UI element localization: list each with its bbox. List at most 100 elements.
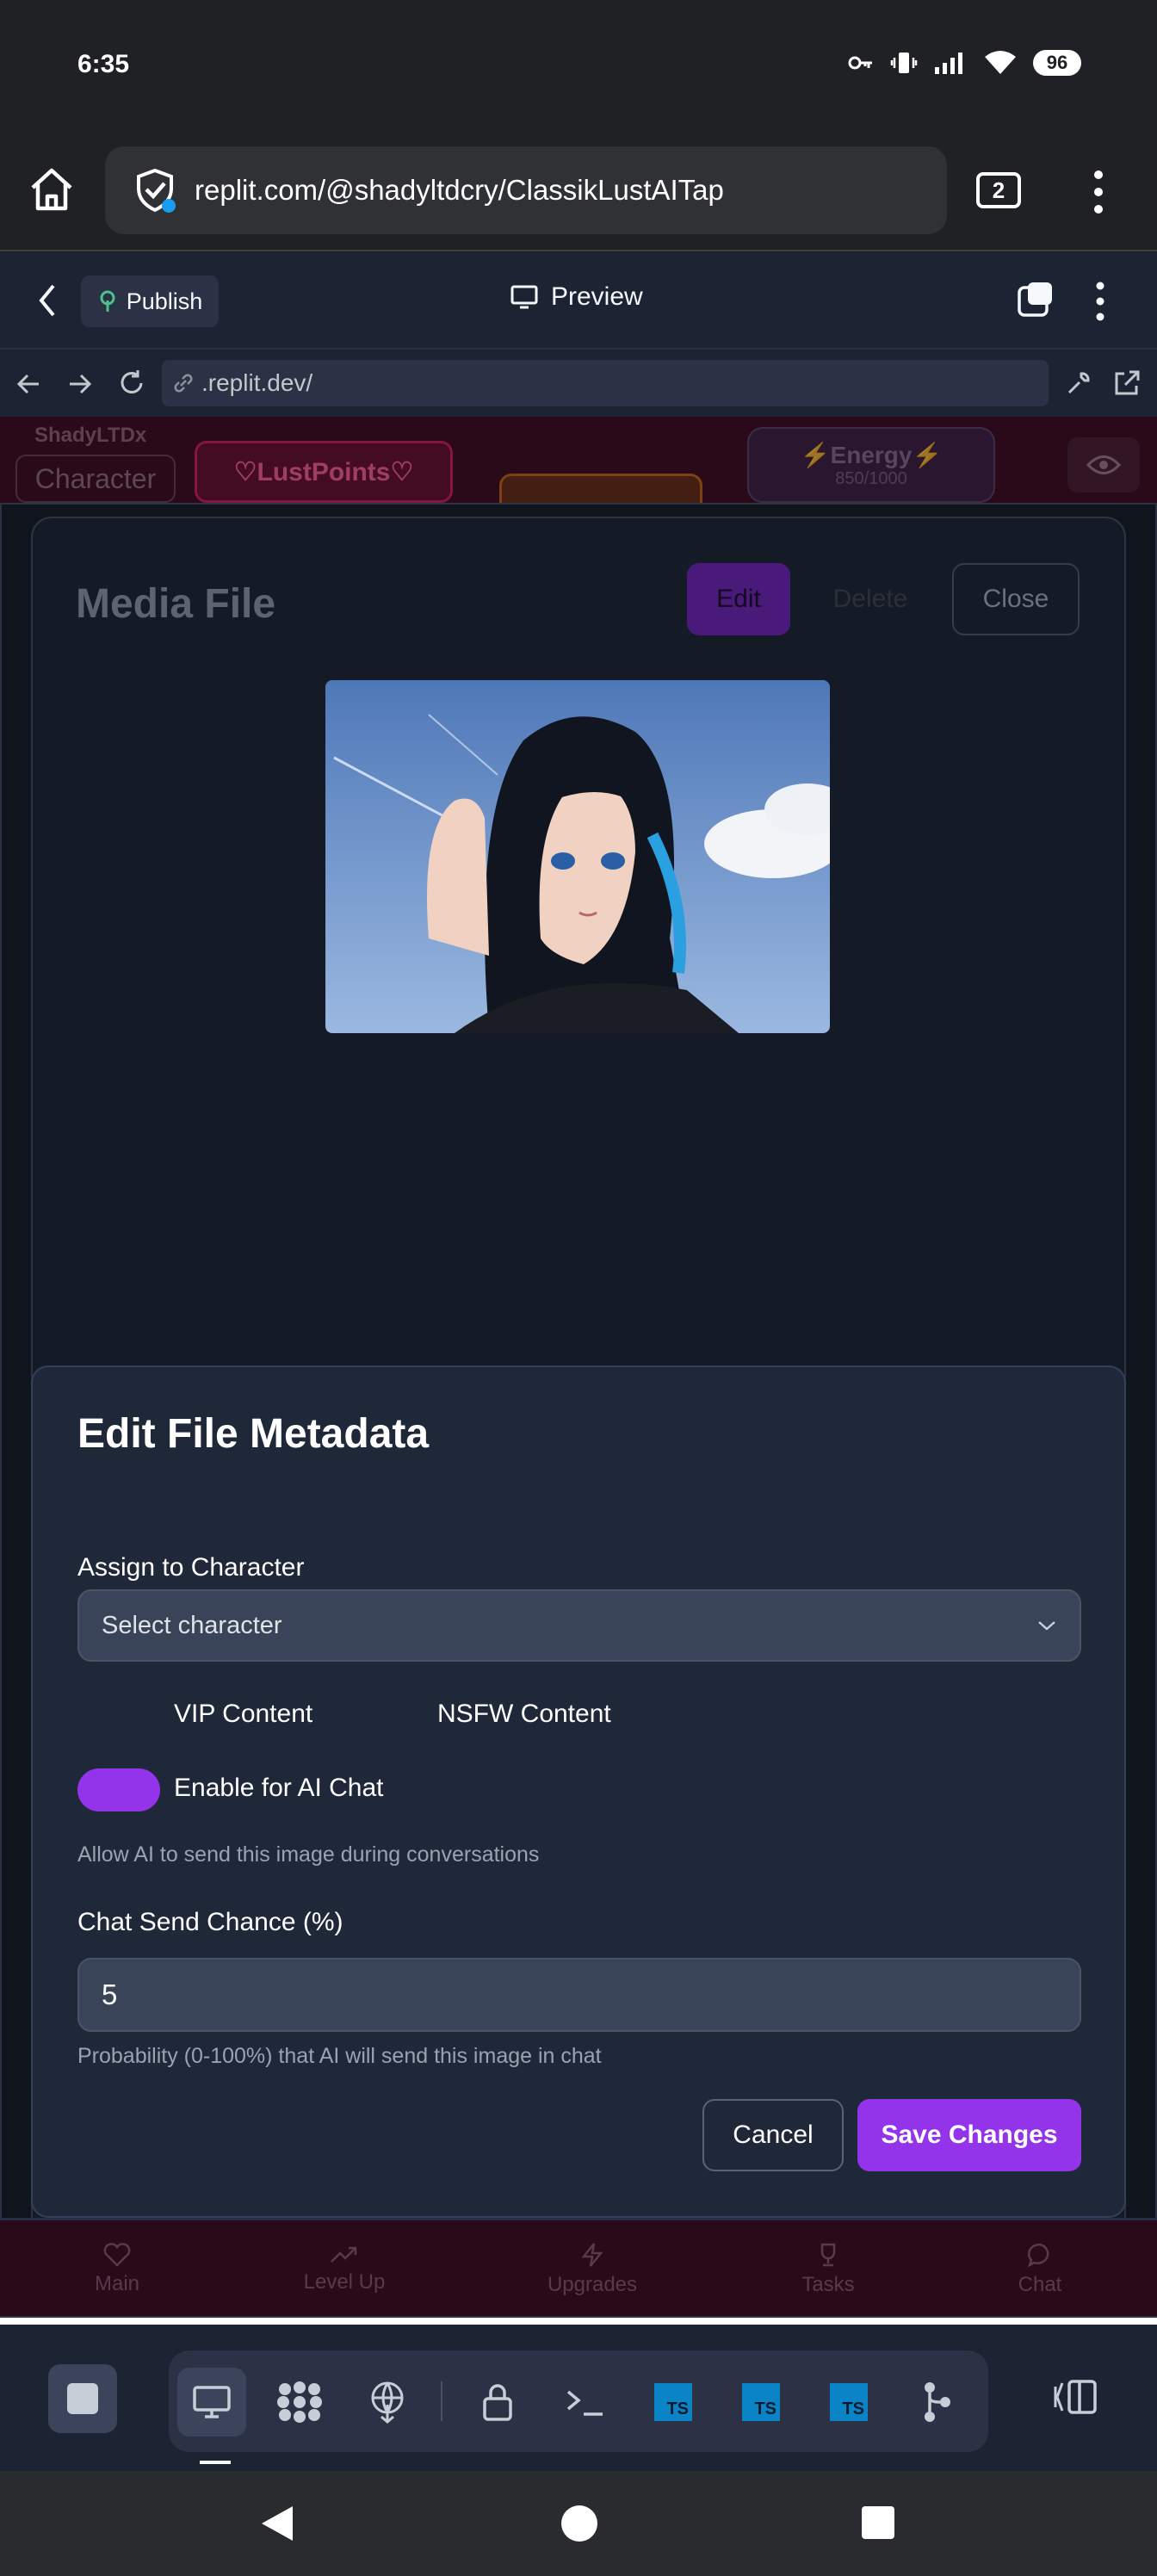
username: ShadyLTDx (34, 424, 147, 447)
publish-label: Publish (126, 288, 203, 314)
character-select[interactable]: Select character (77, 1589, 1081, 1662)
arrow-left-icon[interactable] (15, 370, 41, 398)
stop-icon[interactable] (48, 2364, 117, 2433)
preview-label: Preview (551, 282, 643, 311)
arrow-right-icon[interactable] (67, 370, 93, 398)
trending-up-icon (330, 2245, 359, 2265)
shield-check-icon[interactable] (134, 168, 176, 213)
chevron-down-icon (1036, 1619, 1057, 1632)
app-tab-bar: Main Level Up Upgrades Tasks Chat (0, 2218, 1157, 2316)
typescript-file-icon[interactable]: TS (727, 2368, 795, 2437)
git-branch-icon[interactable] (902, 2368, 971, 2437)
tab-label: Level Up (303, 2270, 386, 2294)
divider (0, 2318, 1157, 2325)
back-chevron-icon[interactable] (36, 282, 59, 319)
chat-send-chance-label: Chat Send Chance (%) (77, 1908, 343, 1936)
typescript-file-icon[interactable]: TS (814, 2368, 883, 2437)
nav-recents-icon[interactable] (861, 2505, 895, 2540)
tab-upgrades[interactable]: Upgrades (539, 2220, 646, 2319)
wifi-icon (983, 50, 1018, 76)
battery-indicator: 96 (1033, 50, 1081, 76)
address-bar[interactable]: replit.com/@shadyltdcry/ClassikLustAITap (105, 146, 947, 234)
app-header: ShadyLTDx Character ♡LustPoints♡ ⚡Energy… (0, 417, 1157, 503)
agent-grid-icon[interactable] (265, 2368, 334, 2437)
ai-chat-toggle[interactable] (77, 1768, 160, 1811)
system-icons: 96 (847, 50, 1081, 76)
browser-toolbar: replit.com/@shadyltdcry/ClassikLustAITap… (0, 129, 1157, 251)
webview-url-text: .replit.dev/ (201, 369, 313, 396)
delete-button[interactable]: Delete (813, 563, 928, 635)
tool-separator (441, 2381, 442, 2421)
replit-tool-bar: TS TS TS (0, 2325, 1157, 2471)
close-button[interactable]: Close (952, 563, 1080, 635)
vip-content-label: VIP Content (174, 1700, 313, 1728)
edit-button[interactable]: Edit (687, 563, 790, 635)
dialog-title: Edit File Metadata (77, 1411, 430, 1457)
reload-icon[interactable] (117, 368, 146, 398)
clock: 6:35 (77, 50, 130, 78)
nsfw-content-label: NSFW Content (437, 1700, 611, 1728)
publish-button[interactable]: Publish (81, 276, 219, 327)
active-tool-indicator (200, 2461, 231, 2464)
character-select-value: Select character (102, 1611, 282, 1639)
edit-metadata-dialog: Edit File Metadata Assign to Character S… (31, 1365, 1126, 2218)
replit-header: Publish Preview (0, 253, 1157, 350)
external-link-icon[interactable] (1112, 368, 1142, 398)
tab-switcher-button[interactable]: 2 (976, 172, 1021, 208)
cancel-button[interactable]: Cancel (702, 2099, 844, 2171)
media-panel-title: Media File (76, 581, 276, 627)
vibrate-icon (890, 50, 918, 76)
nsfw-toggle[interactable] (341, 1700, 424, 1734)
tool-tabs: TS TS TS (169, 2350, 988, 2452)
webview-url-field[interactable]: .replit.dev/ (162, 360, 1049, 406)
energy-label: ⚡Energy⚡ (800, 442, 943, 468)
preview-tab[interactable]: Preview (510, 282, 643, 312)
tab-label: Chat (1018, 2273, 1062, 2296)
webview-nav: .replit.dev/ (0, 351, 1157, 417)
eye-icon[interactable] (1067, 437, 1140, 492)
character-button[interactable]: Character (15, 455, 176, 503)
lustpoints-badge: ♡LustPoints♡ (195, 441, 453, 503)
energy-badge: ⚡Energy⚡ 850/1000 (747, 427, 995, 503)
url-text: replit.com/@shadyltdcry/ClassikLustAITap (195, 174, 724, 206)
assign-character-label: Assign to Character (77, 1553, 305, 1582)
shell-icon[interactable] (551, 2368, 620, 2437)
link-icon (172, 372, 195, 394)
tab-tasks[interactable]: Tasks (789, 2220, 868, 2319)
ai-chat-label: Enable for AI Chat (174, 1774, 384, 1802)
home-icon[interactable] (26, 164, 77, 215)
tabs-overlap-icon[interactable] (1016, 279, 1057, 320)
heart-icon (103, 2243, 131, 2267)
vip-toggle[interactable] (77, 1700, 160, 1734)
key-icon (847, 53, 875, 73)
ai-chat-hint: Allow AI to send this image during conve… (77, 1842, 540, 1867)
system-navigation-bar (0, 2471, 1157, 2576)
chat-send-chance-hint: Probability (0-100%) that AI will send t… (77, 2044, 602, 2068)
signal-icon (933, 50, 968, 76)
tab-label: Tasks (801, 2273, 855, 2296)
deploy-globe-icon[interactable] (353, 2368, 422, 2437)
tab-level-up[interactable]: Level Up (293, 2220, 396, 2319)
publish-tree-icon (97, 290, 118, 313)
panel-toggle-icon[interactable] (1052, 2378, 1098, 2416)
tab-main[interactable]: Main (83, 2220, 152, 2319)
lock-icon[interactable] (463, 2368, 532, 2437)
typescript-file-icon[interactable]: TS (639, 2368, 708, 2437)
status-bar: 6:35 96 (0, 0, 1157, 129)
nav-home-icon[interactable] (560, 2504, 599, 2543)
zap-icon (581, 2242, 603, 2268)
tab-label: Main (94, 2272, 140, 2295)
level-badge (499, 474, 702, 503)
monitor-icon (510, 284, 539, 310)
chat-send-chance-input[interactable]: 5 (77, 1958, 1081, 2032)
save-changes-button[interactable]: Save Changes (857, 2099, 1081, 2171)
more-vert-icon[interactable] (1093, 281, 1107, 322)
media-preview-image (325, 680, 830, 1033)
more-vert-icon[interactable] (1090, 169, 1107, 215)
tab-chat[interactable]: Chat (1007, 2220, 1073, 2319)
wrench-icon[interactable] (1064, 368, 1093, 398)
preview-tool-icon[interactable] (177, 2368, 246, 2437)
chat-bubble-icon (1027, 2242, 1053, 2268)
energy-value: 850/1000 (835, 469, 907, 488)
nav-back-icon[interactable] (258, 2504, 296, 2543)
